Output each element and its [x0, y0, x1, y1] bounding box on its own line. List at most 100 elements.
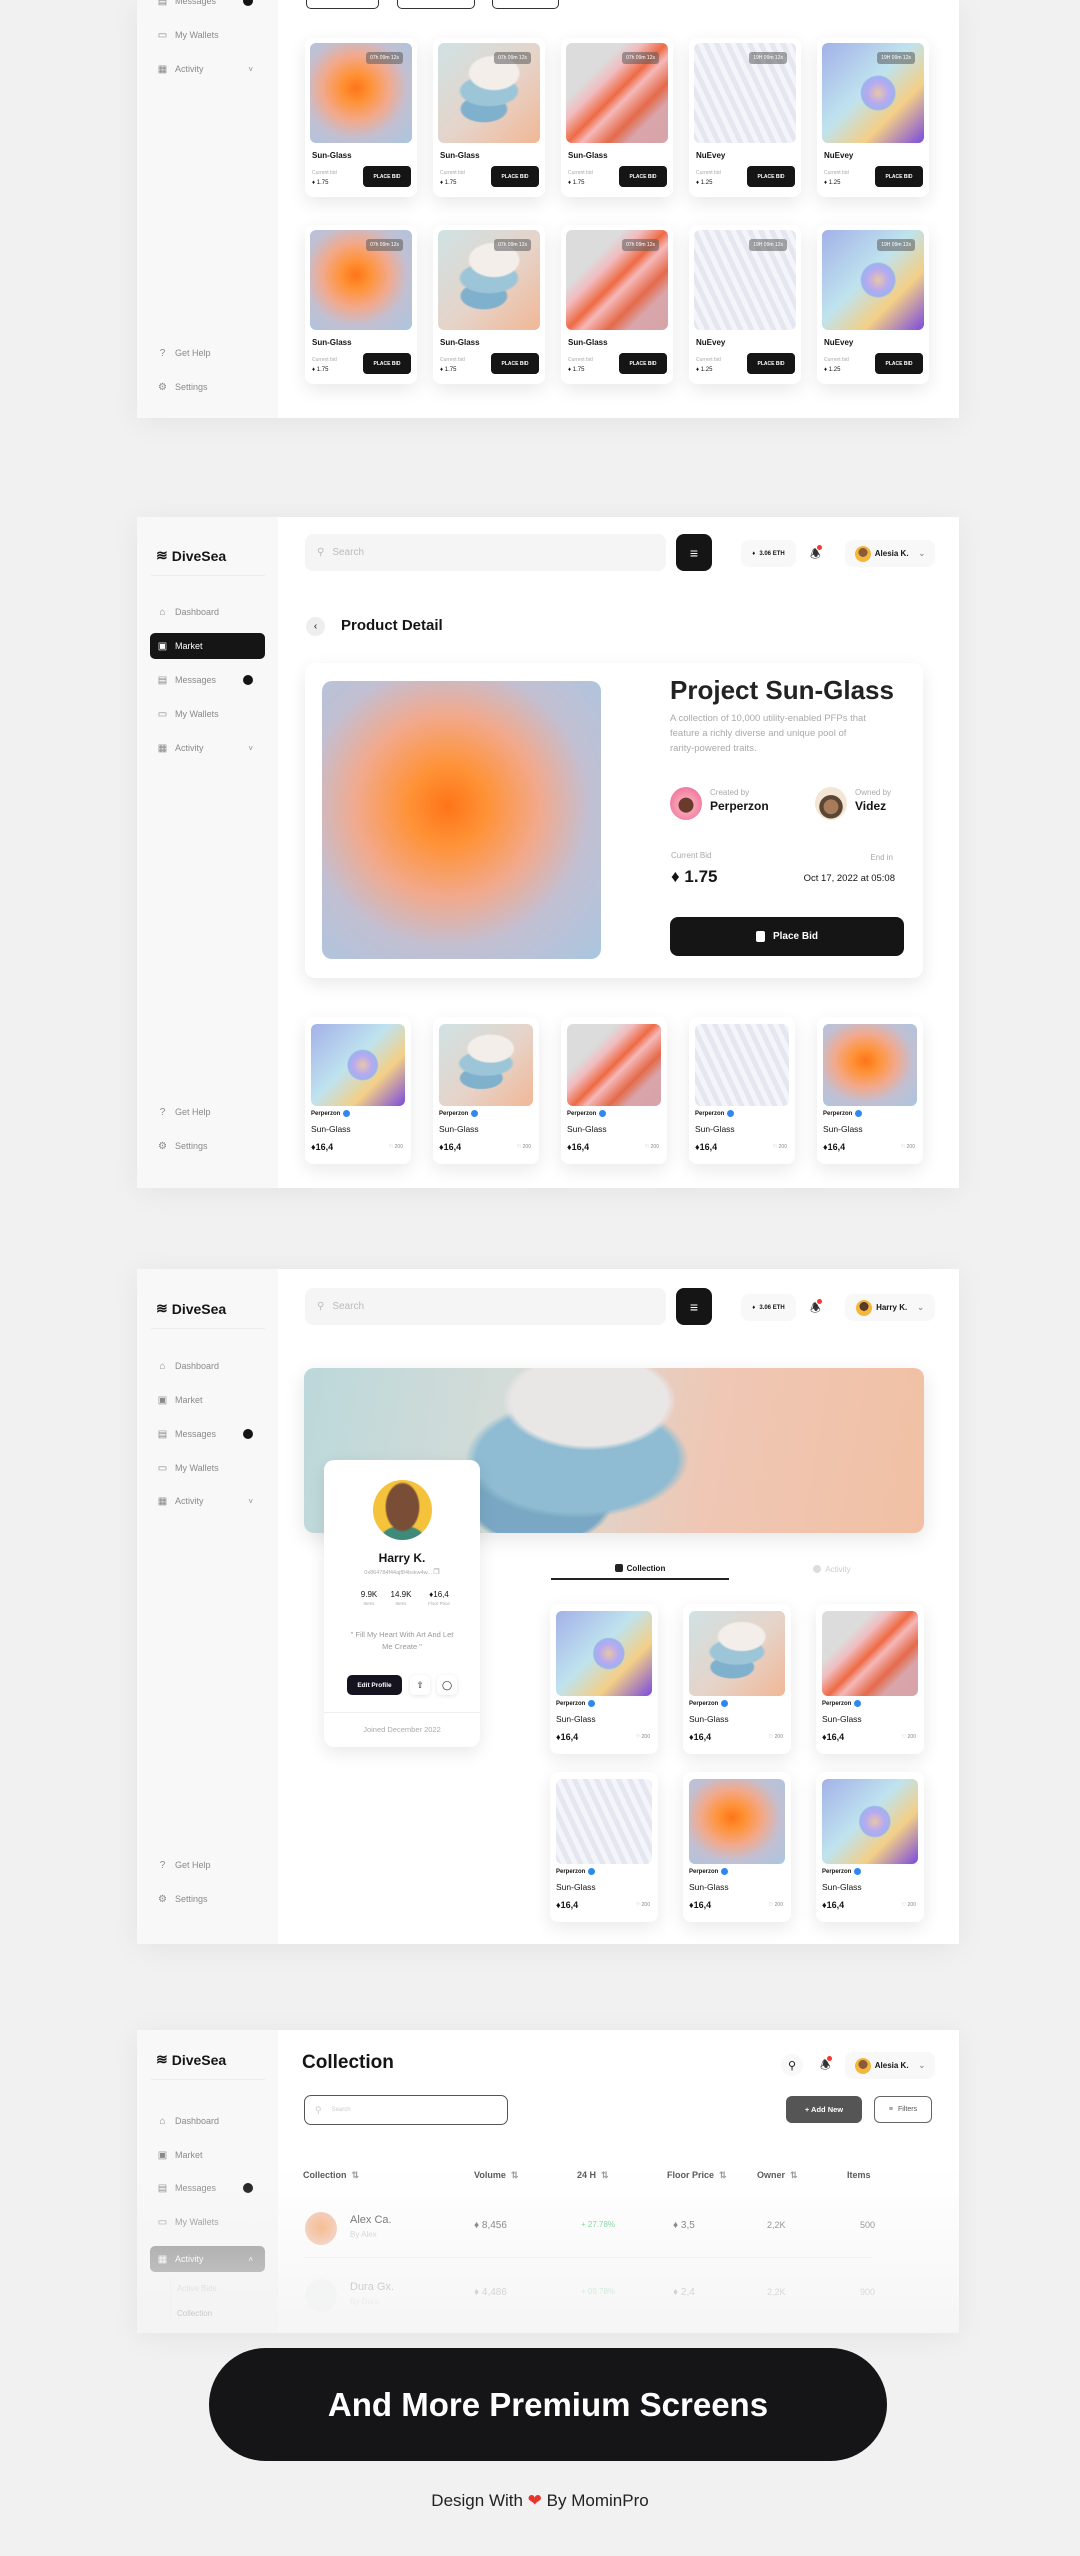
sidebar-item-my-wallets[interactable]: ▭ My Wallets: [150, 22, 265, 48]
sidebar-item-activity[interactable]: ▦ Activity ˅: [150, 735, 265, 761]
sidebar-item-dashboard[interactable]: ⌂ Dashboard: [150, 2108, 265, 2134]
like-count[interactable]: ♡ 200: [773, 1144, 787, 1150]
nft-card[interactable]: Perperzon Sun-Glass ♦16,4 ♡ 200: [305, 1017, 411, 1164]
sidebar-item-settings[interactable]: ⚙ Settings: [150, 374, 265, 400]
like-count[interactable]: ♡ 200: [769, 1734, 783, 1740]
submenu-item[interactable]: Active Bids: [177, 2284, 217, 2293]
filter-chip[interactable]: [492, 0, 559, 9]
creator-name[interactable]: Perperzon: [567, 1110, 607, 1117]
creator-name[interactable]: Perperzon: [689, 1868, 729, 1875]
creator-name[interactable]: Perperzon: [710, 799, 769, 813]
add-new-button[interactable]: + Add New: [786, 2096, 862, 2123]
nft-card[interactable]: 07h 09m 12s Sun-Glass Current bid ♦ 1.75 PLA…: [305, 38, 417, 197]
filter-chip[interactable]: [306, 0, 379, 9]
sidebar-item-settings[interactable]: ⚙ Settings: [150, 1133, 265, 1159]
tab-collection[interactable]: Collection: [551, 1558, 729, 1580]
like-count[interactable]: ♡ 200: [645, 1144, 659, 1150]
edit-profile-button[interactable]: Edit Profile: [347, 1675, 402, 1695]
sidebar-item-my-wallets[interactable]: ▭ My Wallets: [150, 1455, 265, 1481]
place-bid-button[interactable]: PLACE BID: [619, 353, 667, 374]
nft-card[interactable]: 19H 09m 12s NuEvey Current bid ♦ 1.25 PLACE …: [689, 225, 801, 384]
place-bid-button[interactable]: PLACE BID: [747, 353, 795, 374]
nft-card[interactable]: Perperzon Sun-Glass ♦16,4 ♡ 200: [817, 1017, 923, 1164]
nft-card[interactable]: Perperzon Sun-Glass ♦16,4 ♡ 200: [550, 1604, 658, 1754]
notification-bell-icon[interactable]: 🕭: [820, 2056, 832, 2077]
sidebar-item-settings[interactable]: ⚙ Settings: [150, 1886, 265, 1912]
nft-card[interactable]: Perperzon Sun-Glass ♦16,4 ♡ 200: [689, 1017, 795, 1164]
search-input[interactable]: ⚲ Search: [304, 2095, 508, 2125]
like-count[interactable]: ♡ 200: [769, 1902, 783, 1908]
creator-name[interactable]: Perperzon: [439, 1110, 479, 1117]
column-header-collection[interactable]: Collection ⇅: [303, 2170, 359, 2181]
nft-card[interactable]: Perperzon Sun-Glass ♦16,4 ♡ 200: [683, 1772, 791, 1922]
column-header-floor-price[interactable]: Floor Price ⇅: [667, 2170, 727, 2181]
place-bid-button[interactable]: PLACE BID: [491, 353, 539, 374]
creator-name[interactable]: Perperzon: [311, 1110, 351, 1117]
logo[interactable]: ≋ DiveSea: [156, 1300, 226, 1317]
place-bid-button[interactable]: Place Bid: [670, 917, 904, 956]
logo[interactable]: ≋ DiveSea: [156, 2051, 226, 2068]
share-button[interactable]: ⇧: [410, 1675, 430, 1695]
notification-bell-icon[interactable]: 🕭: [810, 1299, 822, 1320]
instagram-button[interactable]: ◯: [437, 1675, 457, 1695]
place-bid-button[interactable]: PLACE BID: [747, 166, 795, 187]
table-row[interactable]: Alex Ca. By Alex ♦ 8,456 + 27.78% ♦ 3,5 2,2K 5…: [303, 2212, 883, 2262]
creator-name[interactable]: Perperzon: [695, 1110, 735, 1117]
sidebar-item-market[interactable]: ▣ Market: [150, 1387, 265, 1413]
like-count[interactable]: ♡ 200: [636, 1734, 650, 1740]
search-input[interactable]: ⚲ Search: [305, 534, 666, 571]
back-button[interactable]: ‹: [306, 617, 325, 636]
sidebar-item-dashboard[interactable]: ⌂ Dashboard: [150, 599, 265, 625]
sidebar-item-my-wallets[interactable]: ▭ My Wallets: [150, 701, 265, 727]
place-bid-button[interactable]: PLACE BID: [363, 166, 411, 187]
creator-name[interactable]: Perperzon: [822, 1868, 862, 1875]
creator-name[interactable]: Perperzon: [823, 1110, 863, 1117]
sidebar-item-get-help[interactable]: ? Get Help: [150, 1099, 265, 1125]
like-count[interactable]: ♡ 200: [517, 1144, 531, 1150]
user-menu[interactable]: Alesia K. ⌄: [845, 2052, 935, 2079]
like-count[interactable]: ♡ 200: [902, 1902, 916, 1908]
nft-card[interactable]: Perperzon Sun-Glass ♦16,4 ♡ 200: [816, 1604, 924, 1754]
filters-button[interactable]: ≡ Filters: [874, 2096, 932, 2123]
creator-name[interactable]: Perperzon: [556, 1700, 596, 1707]
sidebar-item-dashboard[interactable]: ⌂ Dashboard: [150, 1353, 265, 1379]
creator-name[interactable]: Perperzon: [556, 1868, 596, 1875]
nft-card[interactable]: 07h 09m 12s Sun-Glass Current bid ♦ 1.75 PLA…: [561, 38, 673, 197]
sidebar-item-activity[interactable]: ▦ Activity ˅: [150, 56, 265, 82]
place-bid-button[interactable]: PLACE BID: [875, 353, 923, 374]
place-bid-button[interactable]: PLACE BID: [619, 166, 667, 187]
sidebar-item-messages[interactable]: ▤ Messages: [150, 1421, 265, 1447]
sidebar-item-messages[interactable]: ▤ Messages: [150, 0, 265, 14]
eth-balance[interactable]: ♦ 3.06 ETH: [741, 1294, 796, 1321]
nft-card[interactable]: 07h 09m 12s Sun-Glass Current bid ♦ 1.75 PLA…: [433, 38, 545, 197]
tab-activity[interactable]: Activity: [757, 1558, 907, 1580]
filter-button[interactable]: ≡: [676, 1288, 712, 1325]
place-bid-button[interactable]: PLACE BID: [491, 166, 539, 187]
place-bid-button[interactable]: PLACE BID: [363, 353, 411, 374]
user-menu[interactable]: Alesia K. ⌄: [845, 540, 935, 567]
copy-icon[interactable]: ❐: [433, 1569, 439, 1576]
nft-card[interactable]: Perperzon Sun-Glass ♦16,4 ♡ 200: [683, 1604, 791, 1754]
owner-name[interactable]: Videz: [855, 799, 886, 813]
wallet-address[interactable]: 0x864784f44ajf84bskw4w... ❐: [324, 1568, 480, 1576]
like-count[interactable]: ♡ 200: [636, 1902, 650, 1908]
nft-card[interactable]: Perperzon Sun-Glass ♦16,4 ♡ 200: [433, 1017, 539, 1164]
column-header-24-h[interactable]: 24 H ⇅: [577, 2170, 609, 2181]
sidebar-item-get-help[interactable]: ? Get Help: [150, 340, 265, 366]
search-input[interactable]: ⚲ Search: [305, 1288, 666, 1325]
nft-card[interactable]: Perperzon Sun-Glass ♦16,4 ♡ 200: [550, 1772, 658, 1922]
creator-name[interactable]: Perperzon: [822, 1700, 862, 1707]
logo[interactable]: ≋ DiveSea: [156, 547, 226, 564]
like-count[interactable]: ♡ 200: [901, 1144, 915, 1150]
user-menu[interactable]: Harry K. ⌄: [845, 1294, 935, 1321]
submenu-item[interactable]: Collection: [177, 2309, 212, 2318]
column-header-volume[interactable]: Volume ⇅: [474, 2170, 518, 2181]
sidebar-item-messages[interactable]: ▤ Messages: [150, 667, 265, 693]
filter-chip[interactable]: [397, 0, 475, 9]
search-button[interactable]: ⚲: [781, 2054, 803, 2076]
sidebar-item-get-help[interactable]: ? Get Help: [150, 1852, 265, 1878]
sidebar-item-market[interactable]: ▣ Market: [150, 2142, 265, 2168]
sidebar-item-messages[interactable]: ▤ Messages: [150, 2175, 265, 2201]
eth-balance[interactable]: ♦ 3.06 ETH: [741, 540, 796, 567]
sidebar-item-market[interactable]: ▣ Market: [150, 633, 265, 659]
